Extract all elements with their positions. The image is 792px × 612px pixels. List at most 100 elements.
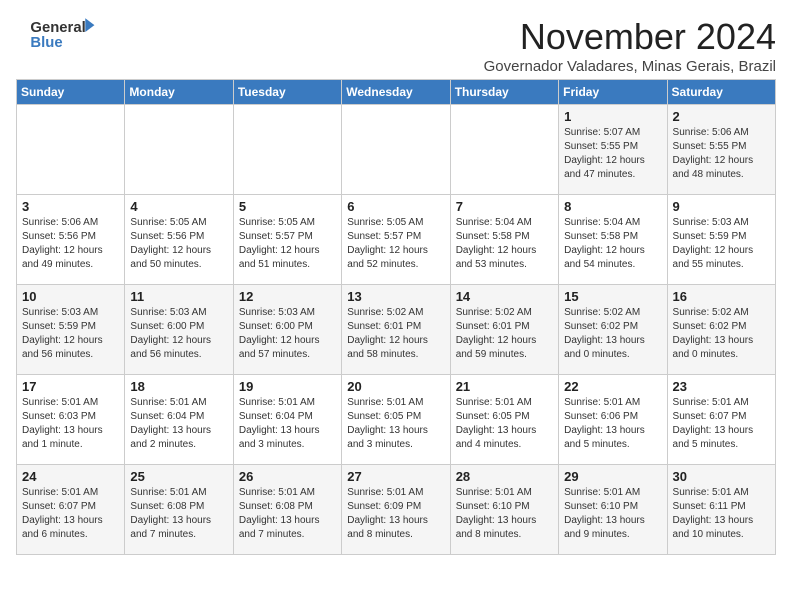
day-info: Sunrise: 5:05 AM Sunset: 5:57 PM Dayligh…: [347, 216, 444, 272]
day-info: Sunrise: 5:01 AM Sunset: 6:04 PM Dayligh…: [239, 396, 336, 452]
day-info: Sunrise: 5:01 AM Sunset: 6:05 PM Dayligh…: [347, 396, 444, 452]
calendar-cell: 19Sunrise: 5:01 AM Sunset: 6:04 PM Dayli…: [233, 375, 341, 465]
day-number: 27: [347, 469, 444, 484]
calendar-cell: 16 Sunrise: 5:02 AM Sunset: 6:02 PM Dayli…: [667, 285, 775, 375]
calendar-cell: 5 Sunrise: 5:05 AM Sunset: 5:57 PM Daylig…: [233, 195, 341, 285]
day-number: 11: [130, 289, 227, 304]
header-cell-sunday: Sunday: [17, 80, 125, 105]
day-info: Sunrise: 5:01 AM Sunset: 6:10 PM Dayligh…: [456, 486, 553, 542]
calendar-cell: 11 Sunrise: 5:03 AM Sunset: 6:00 PM Dayli…: [125, 285, 233, 375]
calendar-cell: 29 Sunrise: 5:01 AM Sunset: 6:10 PM Dayli…: [559, 465, 667, 555]
day-info: Sunrise: 5:01 AM Sunset: 6:10 PM Dayligh…: [564, 486, 661, 542]
calendar-cell: 17 Sunrise: 5:01 AM Sunset: 6:03 PM Dayli…: [17, 375, 125, 465]
calendar-cell: 10 Sunrise: 5:03 AM Sunset: 5:59 PM Dayli…: [17, 285, 125, 375]
day-number: 16: [673, 289, 770, 304]
day-info: Sunrise: 5:03 AM Sunset: 5:59 PM Dayligh…: [673, 216, 770, 272]
day-info: Sunrise: 5:01 AM Sunset: 6:05 PM Dayligh…: [456, 396, 553, 452]
calendar-cell: 13 Sunrise: 5:02 AM Sunset: 6:01 PM Dayli…: [342, 285, 450, 375]
day-info: Sunrise: 5:05 AM Sunset: 5:56 PM Dayligh…: [130, 216, 227, 272]
day-number: 1: [564, 109, 661, 124]
calendar-week-1: 3 Sunrise: 5:06 AM Sunset: 5:56 PM Daylig…: [17, 195, 776, 285]
day-info: Sunrise: 5:05 AM Sunset: 5:57 PM Dayligh…: [239, 216, 336, 272]
day-number: 29: [564, 469, 661, 484]
calendar-cell: [450, 105, 558, 195]
day-number: 6: [347, 199, 444, 214]
day-number: 23: [673, 379, 770, 394]
day-number: 30: [673, 469, 770, 484]
calendar-cell: 30Sunrise: 5:01 AM Sunset: 6:11 PM Dayli…: [667, 465, 775, 555]
calendar-cell: 14 Sunrise: 5:02 AM Sunset: 6:01 PM Dayli…: [450, 285, 558, 375]
day-info: Sunrise: 5:01 AM Sunset: 6:07 PM Dayligh…: [22, 486, 119, 542]
calendar-cell: 12 Sunrise: 5:03 AM Sunset: 6:00 PM Dayli…: [233, 285, 341, 375]
day-info: Sunrise: 5:02 AM Sunset: 6:02 PM Dayligh…: [673, 306, 770, 362]
calendar-cell: [17, 105, 125, 195]
day-number: 12: [239, 289, 336, 304]
svg-text:General: General: [30, 20, 85, 36]
day-info: Sunrise: 5:01 AM Sunset: 6:07 PM Dayligh…: [673, 396, 770, 452]
calendar-cell: 15 Sunrise: 5:02 AM Sunset: 6:02 PM Dayli…: [559, 285, 667, 375]
day-info: Sunrise: 5:06 AM Sunset: 5:55 PM Dayligh…: [673, 126, 770, 182]
day-info: Sunrise: 5:03 AM Sunset: 5:59 PM Dayligh…: [22, 306, 119, 362]
day-number: 8: [564, 199, 661, 214]
calendar-week-2: 10 Sunrise: 5:03 AM Sunset: 5:59 PM Dayli…: [17, 285, 776, 375]
logo-icon: GeneralBlue: [16, 16, 86, 48]
day-info: Sunrise: 5:02 AM Sunset: 6:01 PM Dayligh…: [347, 306, 444, 362]
calendar-cell: 25Sunrise: 5:01 AM Sunset: 6:08 PM Dayli…: [125, 465, 233, 555]
calendar-week-4: 24Sunrise: 5:01 AM Sunset: 6:07 PM Dayli…: [17, 465, 776, 555]
day-number: 18: [130, 379, 227, 394]
location-title: Governador Valadares, Minas Gerais, Braz…: [484, 58, 776, 75]
header-cell-tuesday: Tuesday: [233, 80, 341, 105]
calendar-cell: 7 Sunrise: 5:04 AM Sunset: 5:58 PM Daylig…: [450, 195, 558, 285]
day-number: 14: [456, 289, 553, 304]
day-info: Sunrise: 5:01 AM Sunset: 6:08 PM Dayligh…: [130, 486, 227, 542]
day-number: 28: [456, 469, 553, 484]
day-number: 3: [22, 199, 119, 214]
day-number: 21: [456, 379, 553, 394]
calendar-week-3: 17 Sunrise: 5:01 AM Sunset: 6:03 PM Dayli…: [17, 375, 776, 465]
day-number: 10: [22, 289, 119, 304]
day-info: Sunrise: 5:07 AM Sunset: 5:55 PM Dayligh…: [564, 126, 661, 182]
header-cell-friday: Friday: [559, 80, 667, 105]
day-number: 2: [673, 109, 770, 124]
day-number: 15: [564, 289, 661, 304]
day-info: Sunrise: 5:04 AM Sunset: 5:58 PM Dayligh…: [456, 216, 553, 272]
day-number: 22: [564, 379, 661, 394]
header-cell-wednesday: Wednesday: [342, 80, 450, 105]
calendar-cell: [125, 105, 233, 195]
day-info: Sunrise: 5:06 AM Sunset: 5:56 PM Dayligh…: [22, 216, 119, 272]
day-info: Sunrise: 5:03 AM Sunset: 6:00 PM Dayligh…: [239, 306, 336, 362]
calendar-cell: 8Sunrise: 5:04 AM Sunset: 5:58 PM Daylig…: [559, 195, 667, 285]
day-number: 13: [347, 289, 444, 304]
day-number: 5: [239, 199, 336, 214]
calendar-cell: 21 Sunrise: 5:01 AM Sunset: 6:05 PM Dayli…: [450, 375, 558, 465]
calendar-cell: 22Sunrise: 5:01 AM Sunset: 6:06 PM Dayli…: [559, 375, 667, 465]
title-block: November 2024 Governador Valadares, Mina…: [484, 16, 776, 75]
calendar-cell: 2 Sunrise: 5:06 AM Sunset: 5:55 PM Daylig…: [667, 105, 775, 195]
day-info: Sunrise: 5:03 AM Sunset: 6:00 PM Dayligh…: [130, 306, 227, 362]
header-cell-saturday: Saturday: [667, 80, 775, 105]
svg-text:Blue: Blue: [30, 35, 62, 51]
calendar-cell: 26Sunrise: 5:01 AM Sunset: 6:08 PM Dayli…: [233, 465, 341, 555]
calendar-cell: 20 Sunrise: 5:01 AM Sunset: 6:05 PM Dayli…: [342, 375, 450, 465]
calendar-cell: 24Sunrise: 5:01 AM Sunset: 6:07 PM Dayli…: [17, 465, 125, 555]
day-info: Sunrise: 5:02 AM Sunset: 6:01 PM Dayligh…: [456, 306, 553, 362]
calendar-cell: 27 Sunrise: 5:01 AM Sunset: 6:09 PM Dayli…: [342, 465, 450, 555]
day-number: 20: [347, 379, 444, 394]
calendar-cell: 6 Sunrise: 5:05 AM Sunset: 5:57 PM Daylig…: [342, 195, 450, 285]
calendar-cell: 9 Sunrise: 5:03 AM Sunset: 5:59 PM Daylig…: [667, 195, 775, 285]
day-info: Sunrise: 5:02 AM Sunset: 6:02 PM Dayligh…: [564, 306, 661, 362]
day-info: Sunrise: 5:01 AM Sunset: 6:03 PM Dayligh…: [22, 396, 119, 452]
logo: GeneralBlue: [16, 16, 86, 48]
month-title: November 2024: [484, 16, 776, 58]
day-number: 17: [22, 379, 119, 394]
day-number: 9: [673, 199, 770, 214]
calendar-cell: [233, 105, 341, 195]
calendar-cell: [342, 105, 450, 195]
day-info: Sunrise: 5:01 AM Sunset: 6:08 PM Dayligh…: [239, 486, 336, 542]
day-number: 7: [456, 199, 553, 214]
calendar-cell: 1 Sunrise: 5:07 AM Sunset: 5:55 PM Daylig…: [559, 105, 667, 195]
day-info: Sunrise: 5:01 AM Sunset: 6:09 PM Dayligh…: [347, 486, 444, 542]
calendar-cell: 18 Sunrise: 5:01 AM Sunset: 6:04 PM Dayli…: [125, 375, 233, 465]
calendar-cell: 23 Sunrise: 5:01 AM Sunset: 6:07 PM Dayli…: [667, 375, 775, 465]
day-info: Sunrise: 5:01 AM Sunset: 6:04 PM Dayligh…: [130, 396, 227, 452]
